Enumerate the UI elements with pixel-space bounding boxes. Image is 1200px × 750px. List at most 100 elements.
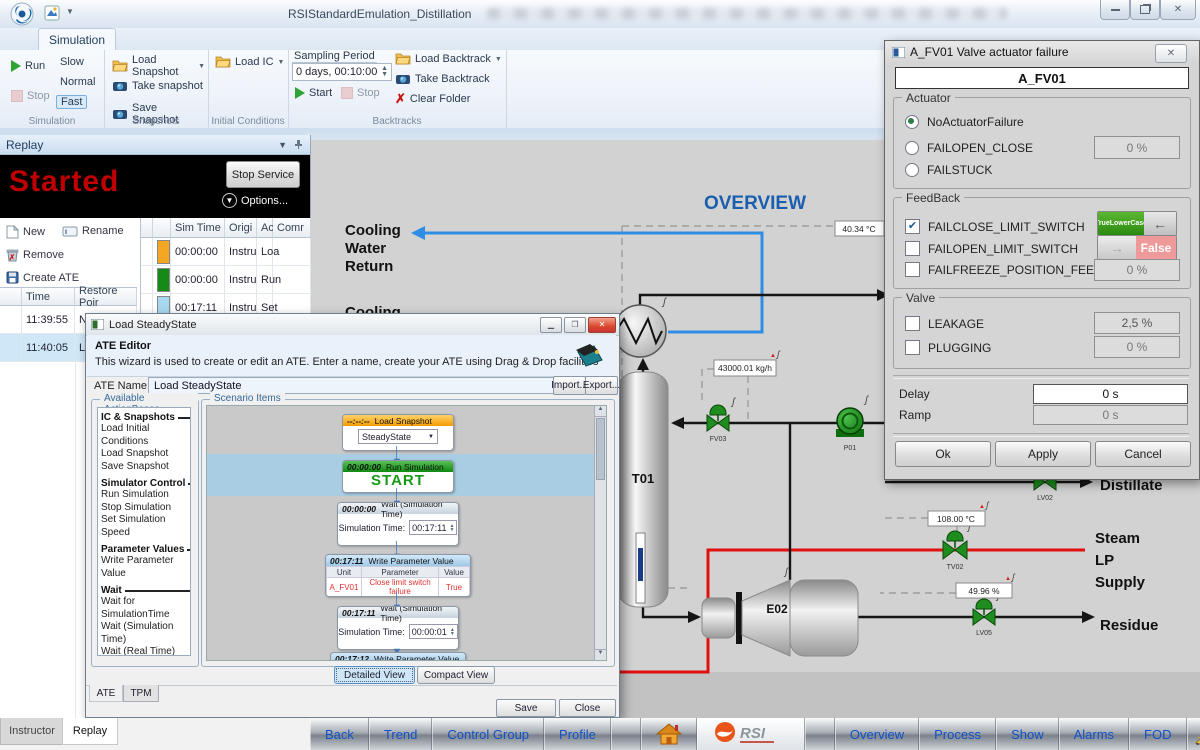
scenario-block-write-param-2[interactable]: 00:17:12Write Parameter Value <box>330 652 466 661</box>
compact-view-button[interactable]: Compact View <box>417 666 495 684</box>
backtrack-start-button[interactable]: Start <box>292 86 335 100</box>
col-origin[interactable]: Origi <box>225 218 257 238</box>
rename-button[interactable]: Rename <box>62 225 124 237</box>
replay-panel-header[interactable]: Replay ▼ <box>0 135 310 155</box>
ab-item[interactable]: Load Initial Conditions <box>101 423 190 448</box>
arrow-left-icon[interactable]: ← <box>1144 212 1176 235</box>
speed-slow[interactable]: Slow <box>56 56 88 68</box>
tab-ate[interactable]: ATE <box>89 685 123 702</box>
close-button[interactable]: ✕ <box>1160 0 1196 20</box>
export-button[interactable]: Export... <box>585 376 618 395</box>
failure-dialog-titlebar[interactable]: A_FV01 Valve actuator failure <box>885 41 1199 63</box>
restore-button[interactable]: ❒ <box>564 317 586 333</box>
actionbases-list[interactable]: IC & Snapshots Load Initial Conditions L… <box>97 407 191 656</box>
column-t01[interactable]: T01 <box>618 372 668 607</box>
taskbar-alarms-button[interactable]: Alarms <box>1059 718 1129 750</box>
taskbar-fod-button[interactable]: FOD <box>1129 718 1186 750</box>
col-comment[interactable]: Comr <box>273 218 311 238</box>
speed-fast[interactable]: Fast <box>56 95 87 109</box>
ab-item[interactable]: Load Snapshot <box>101 448 190 461</box>
home-button[interactable] <box>641 718 697 750</box>
quick-access-icon[interactable] <box>44 5 60 21</box>
scenario-scrollbar[interactable]: ▲ ▼ <box>594 406 606 660</box>
time-spinner[interactable]: 00:17:11▲▼ <box>409 520 457 535</box>
detailed-view-button[interactable]: Detailed View <box>334 666 415 684</box>
scenario-block-write-param-1[interactable]: 00:17:11Write Parameter Value UnitParame… <box>325 554 471 597</box>
backtrack-stop-button[interactable]: Stop <box>338 86 383 100</box>
failfreeze-value-field[interactable]: 0 % <box>1094 259 1180 281</box>
create-ate-button[interactable]: Create ATE <box>6 271 79 284</box>
minimize-button[interactable] <box>1100 0 1130 20</box>
import-button[interactable]: Import... <box>553 376 586 395</box>
pin-icon[interactable] <box>293 139 304 150</box>
event-row[interactable]: 00:00:00InstruRun <box>141 266 311 294</box>
panel-menu-icon[interactable]: ▼ <box>278 140 287 150</box>
scenario-block-load-snapshot[interactable]: --:--:--Load Snapshot SteadyState▼ <box>342 414 454 451</box>
scenario-block-wait-1[interactable]: 00:00:00Wait (Simulation Time) Simulatio… <box>337 502 459 546</box>
leakage-value-field[interactable]: 2,5 % <box>1094 312 1180 334</box>
false-state-button[interactable]: False <box>1136 236 1176 259</box>
event-row[interactable]: 00:00:00InstruLoa <box>141 238 311 266</box>
delay-field[interactable]: 0 s <box>1033 384 1188 404</box>
ab-item[interactable]: Run Simulation <box>101 489 190 502</box>
checkbox-plugging[interactable]: PLUGGING <box>905 340 991 355</box>
qat-dropdown-icon[interactable]: ▼ <box>66 7 74 16</box>
tab-tpm[interactable]: TPM <box>123 685 159 702</box>
tab-replay[interactable]: Replay <box>62 718 118 745</box>
taskbar-profile-button[interactable]: Profile <box>544 718 611 750</box>
new-button[interactable]: New <box>6 225 45 239</box>
ab-item[interactable]: Wait (Simulation Time) <box>101 621 190 646</box>
ab-item[interactable]: Save Snapshot <box>101 461 190 474</box>
taskbar-back-button[interactable]: Back <box>310 718 369 750</box>
ok-button[interactable]: Ok <box>895 441 991 467</box>
scenario-block-wait-2[interactable]: 00:17:11Wait (Simulation Time) Simulatio… <box>337 606 459 650</box>
sampling-period-field[interactable]: 0 days, 00:10:00▲▼ <box>292 63 392 81</box>
ate-dialog-titlebar[interactable]: Load SteadyState ▁ ❒ ✕ <box>86 314 619 336</box>
checkbox-leakage[interactable]: LEAKAGE <box>905 316 984 331</box>
failopen-close-value-field[interactable]: 0 % <box>1094 136 1180 159</box>
annotate-button[interactable] <box>1187 718 1200 750</box>
taskbar-process-button[interactable]: Process <box>919 718 996 750</box>
tab-instructor[interactable]: Instructor <box>0 718 64 745</box>
plugging-value-field[interactable]: 0 % <box>1094 336 1180 358</box>
spinner-arrows-icon[interactable]: ▲▼ <box>381 66 388 78</box>
taskbar-show-button[interactable]: Show <box>996 718 1059 750</box>
ab-item[interactable]: Wait (Real Time) <box>101 646 190 656</box>
tab-simulation[interactable]: Simulation <box>38 28 116 51</box>
failclose-toggle[interactable]: TrueLowerCase ← <box>1097 211 1177 236</box>
checkbox-failclose-limit-switch[interactable]: ✔FAILCLOSE_LIMIT_SWITCH <box>905 219 1085 234</box>
load-backtrack-button[interactable]: Load Backtrack▼ <box>392 50 505 68</box>
checkbox-failopen-limit-switch[interactable]: FAILOPEN_LIMIT_SWITCH <box>905 241 1078 256</box>
stop-button[interactable]: Stop <box>8 89 53 103</box>
taskbar-overview-button[interactable]: Overview <box>835 718 919 750</box>
app-logo-icon[interactable] <box>8 2 42 26</box>
radio-failstuck[interactable]: FAILSTUCK <box>905 163 992 177</box>
run-button[interactable]: Run <box>8 59 48 73</box>
save-button[interactable]: Save <box>496 699 556 717</box>
time-spinner[interactable]: 00:00:01▲▼ <box>409 624 458 639</box>
close-button[interactable]: Close <box>559 699 616 717</box>
col-action[interactable]: Ac <box>257 218 273 238</box>
minimize-button[interactable]: ▁ <box>540 317 562 333</box>
snapshot-dropdown[interactable]: SteadyState▼ <box>358 429 438 444</box>
col-sim-time[interactable]: Sim Time <box>171 218 225 238</box>
ramp-field[interactable]: 0 s <box>1033 405 1188 425</box>
radio-failopen-close[interactable]: FAILOPEN_CLOSE <box>905 141 1033 155</box>
scenario-canvas[interactable]: --:--:--Load Snapshot SteadyState▼ │▼ 00… <box>206 405 607 661</box>
ab-item[interactable]: Stop Simulation <box>101 502 190 515</box>
remove-button[interactable]: ✗ Remove <box>6 248 64 262</box>
restore-button[interactable] <box>1130 0 1160 20</box>
load-ic-button[interactable]: Load IC▼ <box>212 53 287 71</box>
options-button[interactable]: ▼ Options... <box>222 193 288 208</box>
ate-name-field[interactable]: Load SteadyState <box>148 377 555 394</box>
ab-item[interactable]: Write Parameter Value <box>101 555 190 580</box>
close-button[interactable]: ✕ <box>588 317 616 333</box>
taskbar-trend-button[interactable]: Trend <box>369 718 432 750</box>
arrow-right-icon[interactable]: → <box>1098 236 1136 259</box>
take-snapshot-button[interactable]: Take snapshot <box>109 77 206 95</box>
take-backtrack-button[interactable]: Take Backtrack <box>392 70 493 88</box>
ab-item[interactable]: Set Simulation Speed <box>101 514 190 539</box>
true-state-button[interactable]: TrueLowerCase <box>1098 212 1144 235</box>
failopen-toggle[interactable]: → False <box>1097 235 1177 260</box>
apply-button[interactable]: Apply <box>995 441 1091 467</box>
